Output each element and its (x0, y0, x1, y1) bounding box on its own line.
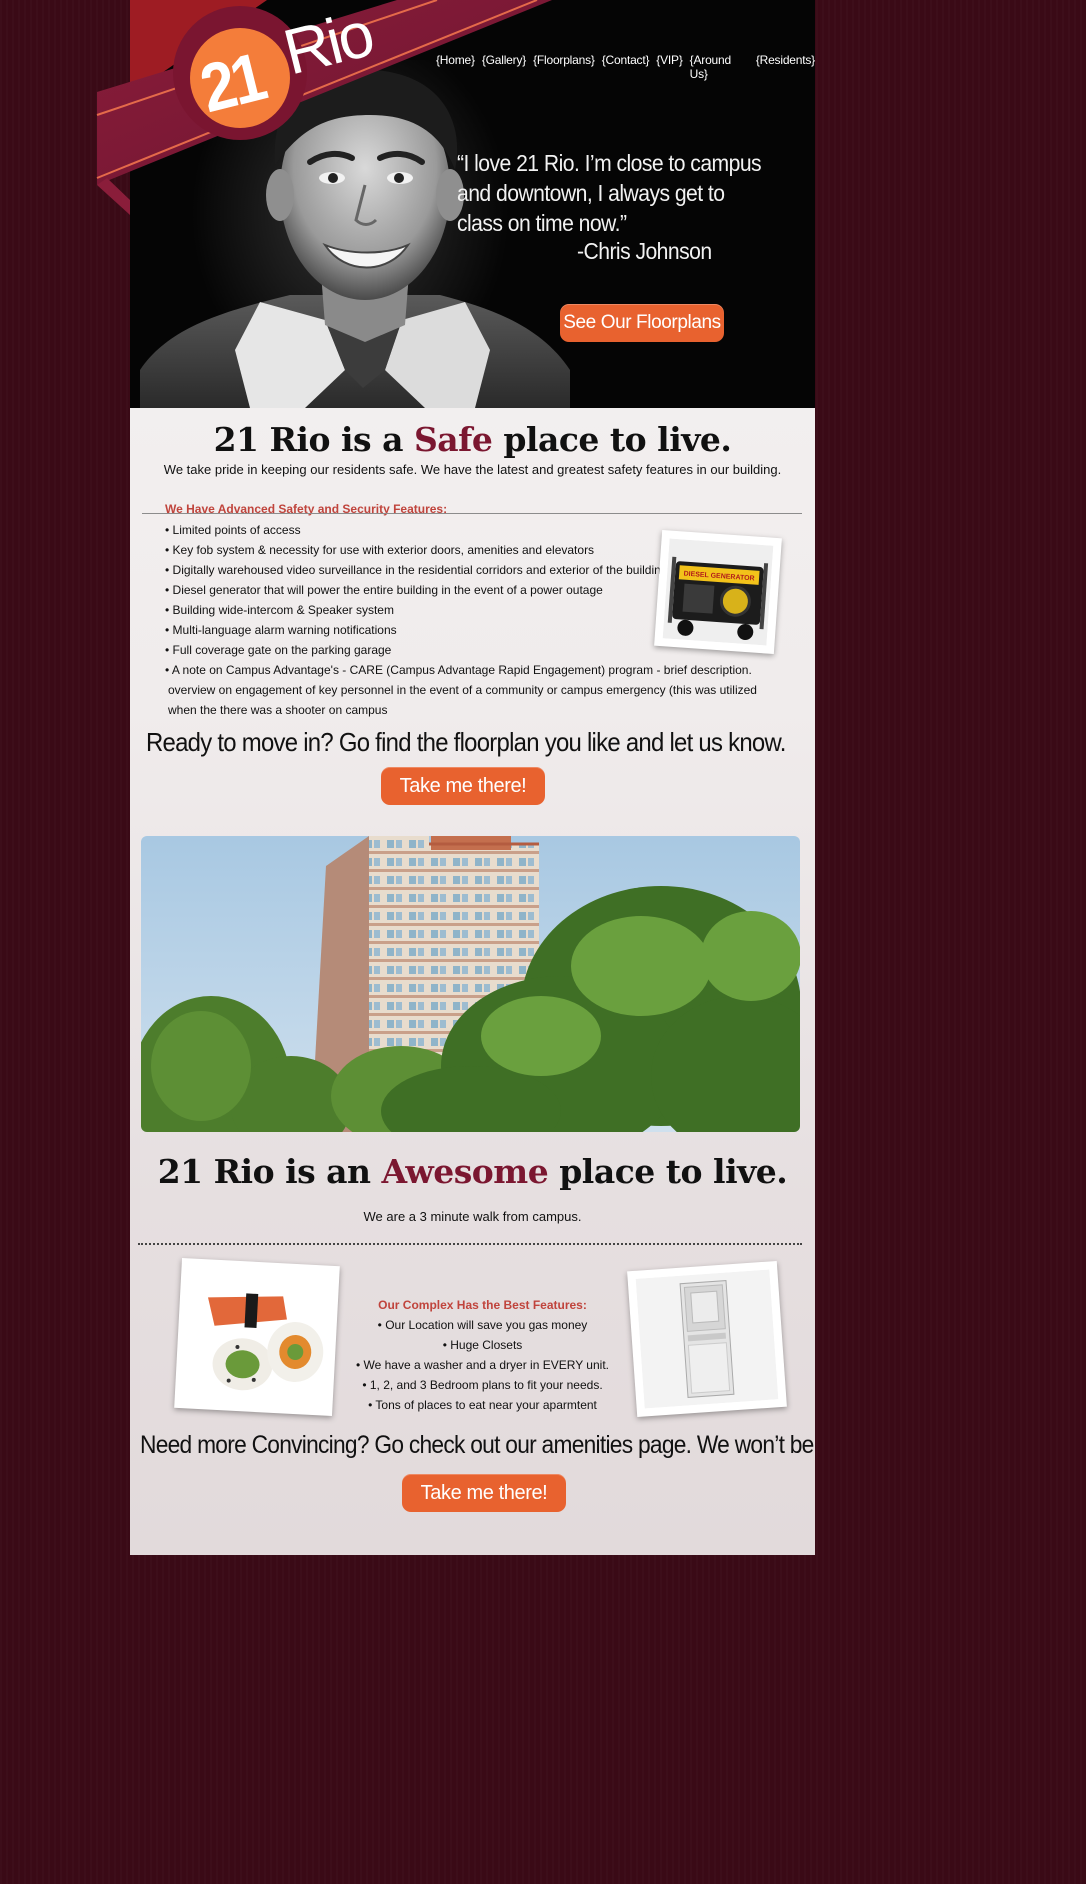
nav-vip-link[interactable]: {VIP} (656, 53, 683, 81)
complex-features-list: • Our Location will save you gas money •… (330, 1315, 635, 1415)
sushi-icon (182, 1266, 332, 1408)
dotted-divider (138, 1243, 802, 1245)
see-floorplans-button[interactable]: See Our Floorplans (560, 304, 724, 342)
testimonial-quote: “I love 21 Rio. I’m close to campus and … (457, 150, 762, 236)
awesome-accent-word: Awesome (381, 1152, 549, 1191)
testimonial-author: -Chris Johnson (577, 238, 712, 264)
nav-around-us-link[interactable]: {Around Us} (690, 53, 749, 81)
nav-gallery-link[interactable]: {Gallery} (482, 53, 526, 81)
nav-home-link[interactable]: {Home} (436, 53, 475, 81)
need-more-convincing-text: Need more Convincing? Go check out our a… (140, 1431, 815, 1459)
list-item: • Our Location will save you gas money (377, 1318, 588, 1332)
ready-to-move-text: Ready to move in? Go find the floorplan … (146, 727, 786, 757)
page-container: {Home} {Gallery} {Floorplans} {Contact} … (130, 0, 815, 1555)
awesome-section-subtitle: We are a 3 minute walk from campus. (363, 1209, 582, 1224)
washer-dryer-icon (635, 1269, 779, 1409)
list-item: • Tons of places to eat near your aparmt… (368, 1398, 597, 1412)
safe-section-subtitle: We take pride in keeping our residents s… (163, 462, 782, 477)
building-photo (141, 836, 800, 1132)
nav-residents-link[interactable]: {Residents} (756, 53, 815, 81)
generator-icon: DIESEL GENERATOR (662, 538, 774, 646)
divider (142, 513, 802, 514)
amenities-take-me-there-button[interactable]: Take me there! (402, 1474, 566, 1512)
floorplans-take-me-there-button[interactable]: Take me there! (381, 767, 545, 805)
list-item: • 1, 2, and 3 Bedroom plans to fit your … (362, 1378, 603, 1392)
complex-features-heading: Our Complex Has the Best Features: (378, 1298, 587, 1312)
washer-dryer-photo (627, 1260, 787, 1418)
safe-accent-word: Safe (413, 420, 493, 459)
nav-contact-link[interactable]: {Contact} (602, 53, 650, 81)
logo-number: 21 (193, 38, 271, 128)
safe-section-title: 21 Rio is a Safe place to live. (213, 420, 732, 459)
list-item: • A note on Campus Advantage's - CARE (C… (165, 663, 757, 717)
awesome-section-title: 21 Rio is an Awesome place to live. (157, 1152, 788, 1191)
generator-photo: DIESEL GENERATOR (654, 529, 782, 655)
main-nav: {Home} {Gallery} {Floorplans} {Contact} … (436, 53, 815, 81)
nav-floorplans-link[interactable]: {Floorplans} (533, 53, 595, 81)
list-item: • Huge Closets (442, 1338, 523, 1352)
sushi-photo (174, 1257, 340, 1417)
list-item: • We have a washer and a dryer in EVERY … (355, 1358, 609, 1372)
